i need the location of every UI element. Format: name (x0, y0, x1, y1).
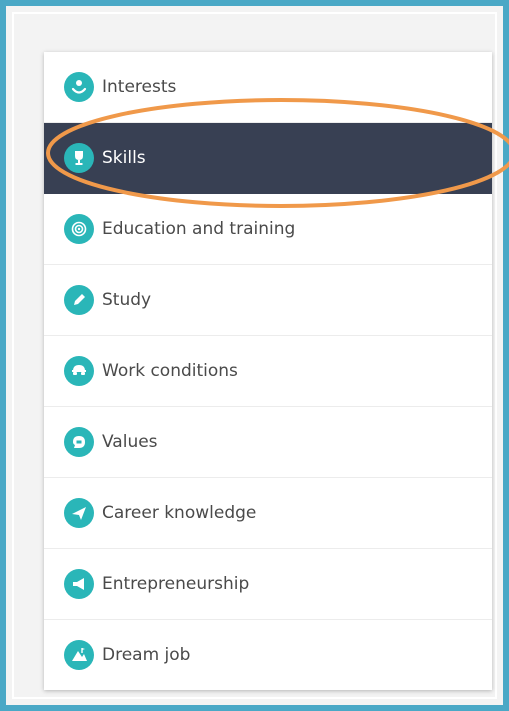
menu-item-label: Career knowledge (102, 502, 257, 523)
menu-item-label: Interests (102, 76, 177, 97)
menu-item-education[interactable]: Education and training (44, 194, 492, 265)
entrepreneurship-icon (64, 569, 94, 599)
education-icon (64, 214, 94, 244)
menu-item-label: Skills (102, 147, 146, 168)
work-conditions-icon (64, 356, 94, 386)
menu-item-entrepreneurship[interactable]: Entrepreneurship (44, 549, 492, 620)
menu-item-values[interactable]: Values (44, 407, 492, 478)
menu-item-dream-job[interactable]: Dream job (44, 620, 492, 690)
menu-item-skills[interactable]: Skills (44, 123, 492, 194)
menu-item-label: Work conditions (102, 360, 238, 381)
menu-item-work-conditions[interactable]: Work conditions (44, 336, 492, 407)
career-knowledge-icon (64, 498, 94, 528)
values-icon (64, 427, 94, 457)
menu-item-label: Study (102, 289, 152, 310)
menu-item-label: Dream job (102, 644, 191, 665)
interests-icon (64, 72, 94, 102)
menu-item-study[interactable]: Study (44, 265, 492, 336)
menu-item-label: Education and training (102, 218, 296, 239)
skills-icon (64, 143, 94, 173)
menu-item-interests[interactable]: Interests (44, 52, 492, 123)
menu-item-career-knowledge[interactable]: Career knowledge (44, 478, 492, 549)
menu-item-label: Entrepreneurship (102, 573, 250, 594)
dream-job-icon (64, 640, 94, 670)
sidebar-menu: Interests Skills Education and training … (44, 52, 492, 690)
study-icon (64, 285, 94, 315)
screenshot-frame: Interests Skills Education and training … (0, 0, 509, 711)
menu-item-label: Values (102, 431, 158, 452)
